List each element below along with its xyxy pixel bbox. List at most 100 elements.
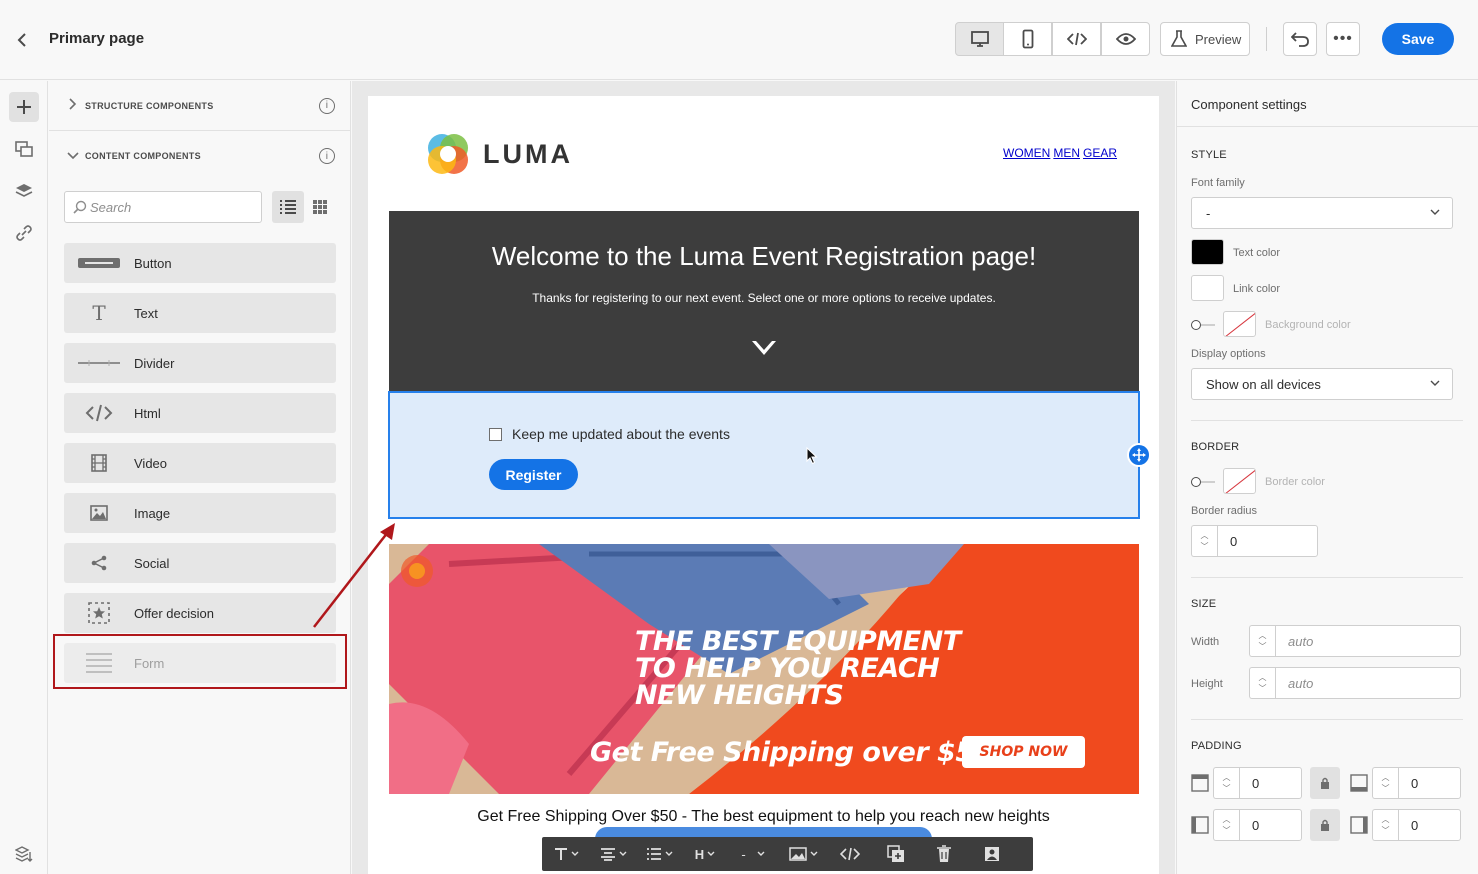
width-stepper[interactable]: ︿ ﹀ xyxy=(1249,625,1275,657)
text-icon: T xyxy=(92,301,106,325)
luma-logo: LUMA xyxy=(425,131,573,177)
rail-links[interactable] xyxy=(9,218,39,248)
delete-button[interactable] xyxy=(920,837,968,871)
list-view-toggle[interactable] xyxy=(272,191,304,223)
height-input[interactable]: auto xyxy=(1275,667,1461,699)
component-label: Video xyxy=(134,455,168,471)
nav-link-men[interactable]: MEN xyxy=(1053,146,1080,160)
rich-text-toolbar: H - xyxy=(542,837,1033,871)
component-text[interactable]: T Text xyxy=(64,293,336,333)
section-divider xyxy=(1191,577,1463,578)
hero-subtitle: Thanks for registering to our next event… xyxy=(532,291,996,305)
structure-components-header[interactable]: STRUCTURE COMPONENTS i xyxy=(49,81,351,131)
insert-image-dropdown[interactable] xyxy=(778,837,828,871)
mobile-icon xyxy=(1022,29,1033,49)
settings-title: Component settings xyxy=(1191,97,1307,112)
component-video[interactable]: Video xyxy=(64,443,336,483)
move-handle[interactable] xyxy=(1127,443,1151,467)
form-block-selected[interactable] xyxy=(388,391,1140,519)
padding-top-input[interactable]: 0 xyxy=(1239,767,1302,799)
personalization-button[interactable] xyxy=(968,837,1016,871)
back-button[interactable] xyxy=(10,28,34,52)
border-color-toggle[interactable] xyxy=(1191,477,1215,487)
events-checkbox[interactable] xyxy=(489,428,502,441)
background-color-swatch[interactable] xyxy=(1223,311,1256,337)
settings-divider xyxy=(1176,126,1478,127)
chevron-down-icon xyxy=(67,149,85,163)
list-dropdown[interactable] xyxy=(636,837,682,871)
padding-right-stepper[interactable]: ︿ ﹀ xyxy=(1372,809,1398,841)
component-button[interactable]: Button xyxy=(64,243,336,283)
padding-lock-horizontal[interactable] xyxy=(1310,809,1340,841)
image-icon xyxy=(788,847,807,861)
font-family-dropdown[interactable]: - xyxy=(1191,197,1453,229)
display-options-dropdown[interactable]: Show on all devices xyxy=(1191,368,1453,400)
component-html[interactable]: Html xyxy=(64,393,336,433)
padding-lock-vertical[interactable] xyxy=(1310,767,1340,799)
padding-bottom-input[interactable]: 0 xyxy=(1398,767,1461,799)
text-color-swatch[interactable] xyxy=(1191,239,1224,265)
luma-logo-icon xyxy=(428,134,468,174)
shop-now-button[interactable]: SHOP NOW xyxy=(962,736,1085,768)
border-radius-input[interactable]: 0 xyxy=(1217,525,1318,557)
width-label: Width xyxy=(1191,636,1220,648)
nav-link-women[interactable]: WOMEN xyxy=(1003,146,1050,160)
chevron-right-icon xyxy=(67,98,85,113)
more-options-button[interactable]: ••• xyxy=(1326,22,1360,56)
background-color-toggle[interactable] xyxy=(1191,320,1215,330)
preview-button[interactable]: Preview xyxy=(1160,22,1250,56)
email-nav: WOMEN MEN GEAR xyxy=(1003,146,1120,160)
register-button[interactable]: Register xyxy=(489,459,578,490)
code-icon xyxy=(1066,32,1087,46)
promo-banner-image[interactable]: THE BEST EQUIPMENT TO HELP YOU REACH NEW… xyxy=(389,544,1139,794)
duplicate-icon xyxy=(887,845,904,862)
link-color-swatch[interactable] xyxy=(1191,275,1224,301)
info-icon[interactable]: i xyxy=(319,148,335,164)
padding-left-stepper[interactable]: ︿ ﹀ xyxy=(1213,809,1239,841)
height-stepper[interactable]: ︿ ﹀ xyxy=(1249,667,1275,699)
component-image[interactable]: Image xyxy=(64,493,336,533)
desktop-view-button[interactable] xyxy=(955,22,1004,56)
heading-label: H xyxy=(694,846,705,862)
font-size-dropdown[interactable]: - xyxy=(728,837,778,871)
border-radius-stepper[interactable]: ︿ ﹀ xyxy=(1191,525,1217,557)
save-button[interactable]: Save xyxy=(1382,23,1454,55)
nav-link-gear[interactable]: GEAR xyxy=(1083,146,1117,160)
content-components-header[interactable]: CONTENT COMPONENTS i xyxy=(49,131,351,181)
bullet-list-icon xyxy=(646,848,661,860)
duplicate-button[interactable] xyxy=(872,837,920,871)
chevron-down-icon xyxy=(752,341,776,355)
search-placeholder: Search xyxy=(90,199,132,215)
component-offer-decision[interactable]: Offer decision xyxy=(64,593,336,633)
visibility-button[interactable] xyxy=(1101,22,1150,56)
code-view-button[interactable] xyxy=(1052,22,1101,56)
grid-view-toggle[interactable] xyxy=(308,191,332,223)
rail-add-components[interactable] xyxy=(9,92,39,122)
search-input[interactable]: Search xyxy=(64,191,262,223)
rail-assets[interactable] xyxy=(9,134,39,164)
padding-left-input[interactable]: 0 xyxy=(1239,809,1302,841)
source-code-button[interactable] xyxy=(828,837,872,871)
padding-right-input[interactable]: 0 xyxy=(1398,809,1461,841)
form-highlight-annotation xyxy=(53,634,347,689)
rail-layers[interactable] xyxy=(9,176,39,206)
border-radius-label: Border radius xyxy=(1191,505,1258,517)
lock-icon xyxy=(1321,777,1329,789)
border-color-swatch[interactable] xyxy=(1223,468,1256,494)
size-heading: SIZE xyxy=(1191,598,1217,610)
mobile-view-button[interactable] xyxy=(1003,22,1052,56)
component-label: Offer decision xyxy=(134,605,214,621)
padding-top-stepper[interactable]: ︿ ﹀ xyxy=(1213,767,1239,799)
rail-settings[interactable] xyxy=(9,839,39,869)
info-icon[interactable]: i xyxy=(319,97,335,114)
text-style-dropdown[interactable] xyxy=(542,837,590,871)
width-input[interactable]: auto xyxy=(1275,625,1461,657)
heading-dropdown[interactable]: H xyxy=(682,837,728,871)
component-social[interactable]: Social xyxy=(64,543,336,583)
hero-section[interactable]: Welcome to the Luma Event Registration p… xyxy=(389,211,1139,391)
stack-settings-icon xyxy=(15,846,33,862)
padding-bottom-stepper[interactable]: ︿ ﹀ xyxy=(1372,767,1398,799)
component-divider[interactable]: Divider xyxy=(64,343,336,383)
undo-button[interactable] xyxy=(1283,22,1317,56)
align-dropdown[interactable] xyxy=(590,837,636,871)
